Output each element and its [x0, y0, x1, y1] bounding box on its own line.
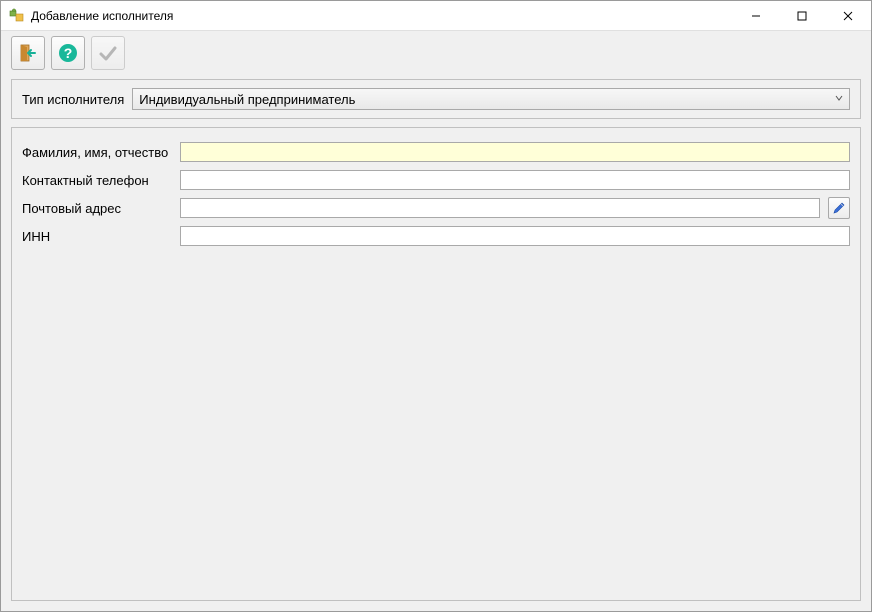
input-inn[interactable] [180, 226, 850, 246]
label-address: Почтовый адрес [22, 201, 172, 216]
window-root: Добавление исполнителя ? [0, 0, 872, 612]
row-address: Почтовый адрес [22, 194, 850, 222]
label-fullname: Фамилия, имя, отчество [22, 145, 172, 160]
type-label: Тип исполнителя [22, 92, 124, 107]
svg-text:?: ? [64, 45, 73, 61]
row-inn: ИНН [22, 222, 850, 250]
label-inn: ИНН [22, 229, 172, 244]
row-phone: Контактный телефон [22, 166, 850, 194]
type-select-value: Индивидуальный предприниматель [139, 92, 355, 107]
toolbar: ? [1, 31, 871, 75]
row-fullname: Фамилия, имя, отчество [22, 138, 850, 166]
type-row: Тип исполнителя Индивидуальный предприни… [22, 88, 850, 110]
window-controls [733, 1, 871, 30]
app-icon [9, 8, 25, 24]
exit-button[interactable] [11, 36, 45, 70]
help-button[interactable]: ? [51, 36, 85, 70]
edit-address-button[interactable] [828, 197, 850, 219]
input-phone[interactable] [180, 170, 850, 190]
titlebar: Добавление исполнителя [1, 1, 871, 31]
window-title: Добавление исполнителя [31, 9, 733, 23]
label-phone: Контактный телефон [22, 173, 172, 188]
input-address[interactable] [180, 198, 820, 218]
confirm-button[interactable] [91, 36, 125, 70]
form-section: Фамилия, имя, отчество Контактный телефо… [11, 127, 861, 601]
chevron-down-icon [835, 94, 843, 105]
close-button[interactable] [825, 1, 871, 30]
maximize-button[interactable] [779, 1, 825, 30]
input-fullname[interactable] [180, 142, 850, 162]
minimize-button[interactable] [733, 1, 779, 30]
type-section: Тип исполнителя Индивидуальный предприни… [11, 79, 861, 119]
type-select[interactable]: Индивидуальный предприниматель [132, 88, 850, 110]
